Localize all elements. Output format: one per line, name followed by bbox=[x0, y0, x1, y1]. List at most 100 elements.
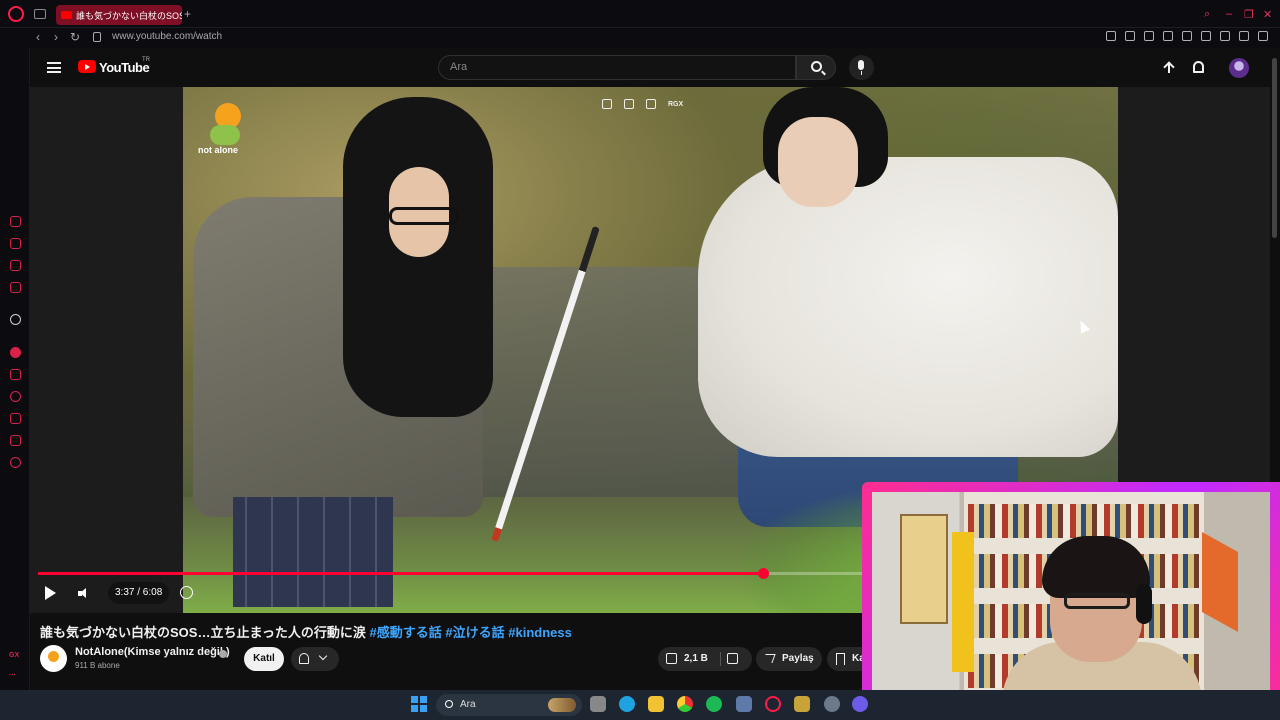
file-explorer-icon[interactable] bbox=[648, 696, 664, 712]
progress-scrubber[interactable] bbox=[757, 568, 769, 579]
search-icon bbox=[445, 700, 453, 708]
heart-icon[interactable] bbox=[1182, 31, 1192, 41]
shelf-books bbox=[968, 504, 1200, 538]
reload-button[interactable]: ↻ bbox=[70, 30, 80, 44]
search-input[interactable]: Ara bbox=[438, 55, 796, 80]
browser-tab-bar: 誰も気づかない白杖のSOS... + ⌕ – ❐ ✕ bbox=[0, 0, 1280, 28]
task-view-icon[interactable] bbox=[590, 696, 606, 712]
new-tab-button[interactable]: + bbox=[184, 7, 191, 21]
opera-gx-taskbar-icon[interactable] bbox=[765, 696, 781, 712]
messenger-icon[interactable] bbox=[10, 282, 21, 293]
autoplay-icon[interactable] bbox=[180, 586, 193, 599]
notifications-bell-icon[interactable] bbox=[1193, 61, 1204, 73]
video-title: 誰も気づかない白杖のSOS…立ち止まった人の行動に涙 #感動する話 #泣ける話 … bbox=[40, 622, 572, 641]
share-label: Paylaş bbox=[782, 653, 814, 664]
settings-icon[interactable] bbox=[10, 457, 21, 468]
join-button[interactable]: Katıl bbox=[244, 647, 284, 671]
bookmark-icon[interactable] bbox=[10, 369, 21, 380]
time-display: 3:37 / 6:08 bbox=[108, 582, 170, 604]
twitch-icon[interactable] bbox=[10, 260, 21, 271]
edge-icon[interactable] bbox=[619, 696, 635, 712]
tab-workspaces-icon[interactable] bbox=[34, 9, 46, 19]
profile-icon[interactable] bbox=[1220, 31, 1230, 41]
app-taskbar-icon[interactable] bbox=[794, 696, 810, 712]
channel-avatar[interactable] bbox=[40, 645, 67, 672]
downloads-icon[interactable] bbox=[10, 413, 21, 424]
menu-icon[interactable] bbox=[1258, 31, 1268, 41]
divider bbox=[720, 652, 721, 666]
title-text: 誰も気づかない白杖のSOS…立ち止まった人の行動に涙 bbox=[40, 625, 370, 640]
search-highlight-art bbox=[548, 698, 576, 712]
rgx-label[interactable]: RGX bbox=[668, 101, 683, 108]
shopping-icon[interactable] bbox=[10, 238, 21, 249]
back-button[interactable]: ‹ bbox=[36, 30, 40, 44]
extensions-icon[interactable] bbox=[1201, 31, 1211, 41]
bookmark-save-icon bbox=[836, 653, 845, 665]
opera-logo-icon[interactable] bbox=[8, 6, 24, 22]
hashtag-link[interactable]: #感動する話 bbox=[370, 625, 442, 640]
streamer-glasses bbox=[1064, 593, 1130, 609]
avatar[interactable] bbox=[1229, 58, 1249, 78]
taskbar-search[interactable]: Ara bbox=[436, 694, 582, 716]
history-icon[interactable] bbox=[10, 391, 21, 402]
share-button[interactable]: Paylaş bbox=[756, 647, 822, 671]
snapshot-icon[interactable] bbox=[1125, 31, 1135, 41]
minimize-button[interactable]: – bbox=[1226, 8, 1232, 20]
gx-logo-icon[interactable]: GX bbox=[9, 652, 19, 659]
obs-icon[interactable] bbox=[824, 696, 840, 712]
upload-icon[interactable] bbox=[1163, 61, 1175, 75]
hamburger-menu-icon[interactable] bbox=[47, 62, 61, 73]
bell-icon bbox=[299, 653, 309, 664]
spotify-taskbar-icon[interactable] bbox=[706, 696, 722, 712]
pop-out-video-icon[interactable] bbox=[602, 99, 612, 109]
extensions-sidebar-icon[interactable] bbox=[10, 435, 21, 446]
youtube-favicon-icon bbox=[61, 11, 72, 19]
more-icon[interactable]: ··· bbox=[9, 672, 16, 679]
url-field[interactable]: www.youtube.com/watch bbox=[112, 31, 222, 42]
progress-bar[interactable] bbox=[38, 568, 868, 579]
close-button[interactable]: ✕ bbox=[1263, 8, 1272, 21]
skip-next-icon[interactable] bbox=[646, 99, 656, 109]
address-bar: ‹ › ↻ www.youtube.com/watch bbox=[0, 28, 1280, 48]
thumbs-up-icon[interactable] bbox=[666, 653, 677, 664]
youtube-masthead: YouTube TR Ara bbox=[30, 48, 1270, 88]
like-count[interactable]: 2,1 B bbox=[684, 647, 708, 671]
windows-start-icon[interactable] bbox=[411, 696, 427, 712]
voice-search-mic-icon[interactable] bbox=[849, 55, 874, 80]
hashtag-link[interactable]: #kindness bbox=[508, 625, 572, 640]
channel-name[interactable]: NotAlone(Kimse yalnız değil.) bbox=[75, 646, 230, 658]
play-extension-icon[interactable] bbox=[1163, 31, 1173, 41]
subscribe-notifications-button[interactable] bbox=[291, 647, 339, 671]
gx-control-icon[interactable] bbox=[10, 216, 21, 227]
hashtag-link[interactable]: #泣ける話 bbox=[445, 625, 504, 640]
search-button[interactable] bbox=[796, 55, 836, 80]
save-button[interactable]: Ka bbox=[827, 647, 867, 671]
search-tabs-icon[interactable]: ⌕ bbox=[1204, 8, 1210, 21]
spotify-icon[interactable] bbox=[10, 347, 21, 358]
watermark-text: not alone bbox=[198, 145, 238, 155]
play-icon[interactable] bbox=[45, 586, 56, 600]
headphones bbox=[1136, 584, 1152, 624]
youtube-logo-icon[interactable] bbox=[78, 60, 96, 73]
pin-icon[interactable] bbox=[1106, 31, 1116, 41]
chatgpt-icon[interactable] bbox=[10, 314, 21, 325]
video-overlay-controls: RGX bbox=[602, 99, 683, 109]
settings-taskbar-icon[interactable] bbox=[736, 696, 752, 712]
maximize-button[interactable]: ❐ bbox=[1244, 8, 1254, 21]
like-dislike-group: 2,1 B bbox=[658, 647, 752, 671]
download-icon[interactable] bbox=[1239, 31, 1249, 41]
wall-poster bbox=[900, 514, 948, 624]
volume-icon[interactable] bbox=[78, 588, 90, 599]
chevron-down-icon bbox=[318, 651, 328, 661]
opera-sidebar: GX ··· bbox=[0, 48, 30, 690]
thumbs-down-icon[interactable] bbox=[727, 653, 738, 664]
channel-watermark[interactable]: not alone bbox=[198, 101, 248, 161]
forward-button[interactable]: › bbox=[54, 30, 58, 44]
discord-icon[interactable] bbox=[852, 696, 868, 712]
tab-youtube[interactable]: 誰も気づかない白杖のSOS... bbox=[56, 5, 182, 25]
exit-icon[interactable] bbox=[624, 99, 634, 109]
pocket-icon[interactable] bbox=[1144, 31, 1154, 41]
scrollbar-thumb[interactable] bbox=[1272, 58, 1277, 238]
chrome-icon[interactable] bbox=[677, 696, 693, 712]
extension-toolbar bbox=[1106, 31, 1268, 41]
